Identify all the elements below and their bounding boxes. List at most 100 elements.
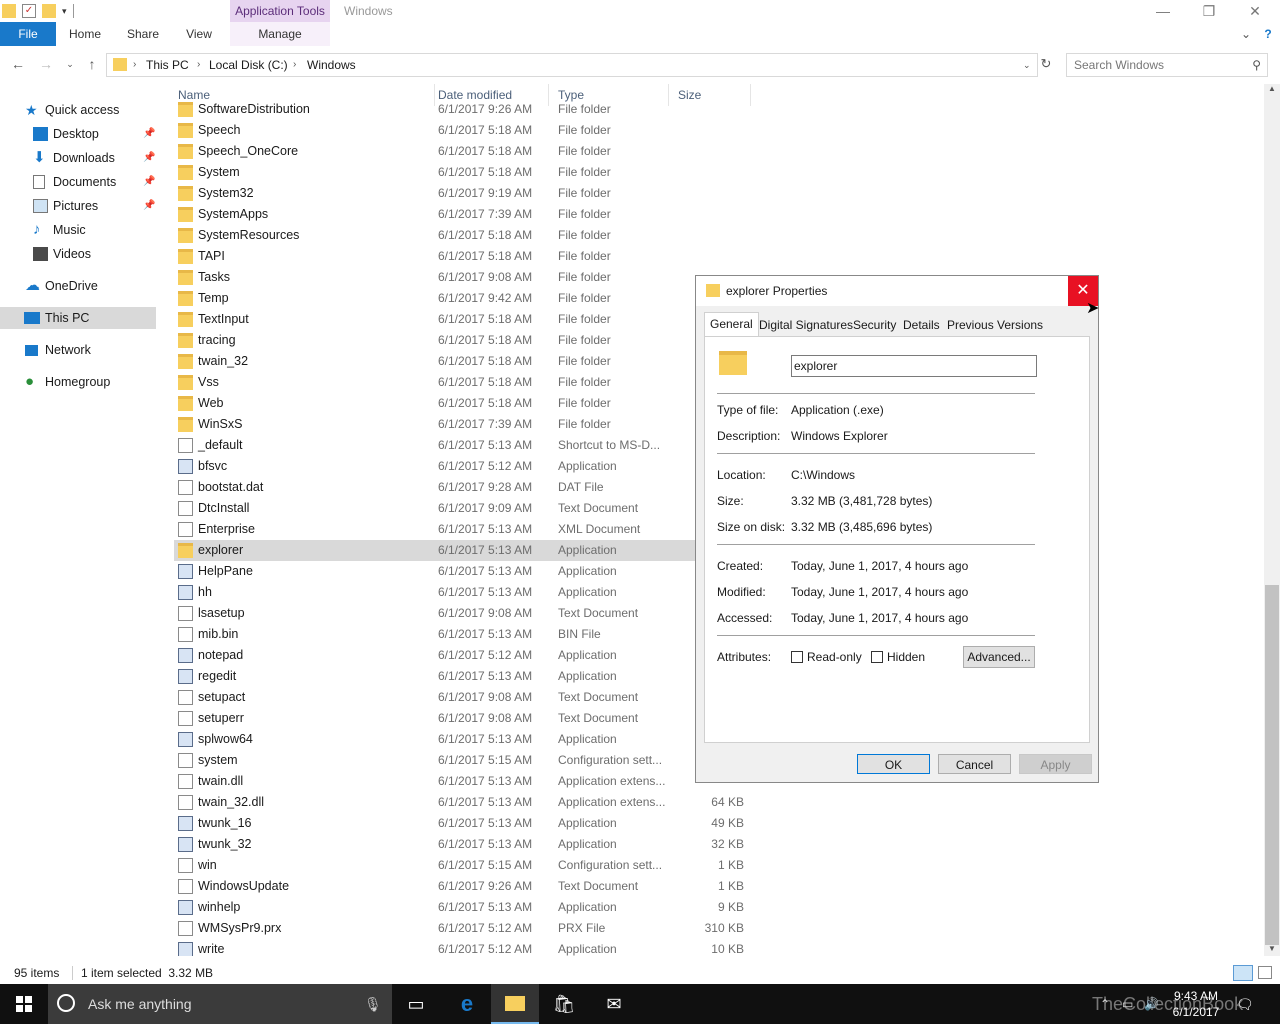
table-row[interactable]: Vss 6/1/2017 5:18 AM File folder — [174, 372, 754, 393]
tab-home[interactable]: Home — [62, 22, 108, 46]
nav-onedrive[interactable]: ☁ OneDrive — [25, 275, 155, 297]
tab-share[interactable]: Share — [120, 22, 166, 46]
table-row[interactable]: splwow64 6/1/2017 5:13 AM Application — [174, 729, 754, 750]
table-row[interactable]: bfsvc 6/1/2017 5:12 AM Application — [174, 456, 754, 477]
search-input[interactable]: Search Windows ⚲ — [1066, 53, 1268, 77]
table-row[interactable]: write 6/1/2017 5:12 AM Application 10 KB — [174, 939, 754, 956]
back-icon[interactable]: ← — [8, 54, 28, 74]
table-row[interactable]: notepad 6/1/2017 5:12 AM Application — [174, 645, 754, 666]
forward-icon[interactable]: → — [36, 54, 56, 74]
table-row[interactable]: TextInput 6/1/2017 5:18 AM File folder — [174, 309, 754, 330]
tab-security[interactable]: Security — [853, 314, 896, 336]
ok-button[interactable]: OK — [857, 754, 930, 774]
table-row[interactable]: setuperr 6/1/2017 9:08 AM Text Document — [174, 708, 754, 729]
table-row[interactable]: bootstat.dat 6/1/2017 9:28 AM DAT File — [174, 477, 754, 498]
table-row[interactable]: SystemApps 6/1/2017 7:39 AM File folder — [174, 204, 754, 225]
scroll-down-icon[interactable]: ▼ — [1264, 944, 1280, 956]
nav-downloads[interactable]: ⬇ Downloads 📌 — [33, 147, 155, 169]
details-view-icon[interactable] — [1233, 965, 1253, 981]
search-icon[interactable]: ⚲ — [1252, 54, 1261, 76]
nav-music[interactable]: ♪ Music — [33, 219, 155, 241]
large-icons-view-icon[interactable] — [1258, 966, 1272, 979]
taskbar-search-box[interactable]: Ask me anything 🎙 — [48, 984, 392, 1024]
close-button[interactable]: ✕ — [1232, 0, 1278, 22]
table-row[interactable]: Speech 6/1/2017 5:18 AM File folder — [174, 120, 754, 141]
address-bar[interactable]: › This PC › Local Disk (C:) › Windows ⌄ — [106, 53, 1038, 77]
table-row[interactable]: win 6/1/2017 5:15 AM Configuration sett...… — [174, 855, 754, 876]
mail-icon[interactable]: ✉ — [590, 984, 638, 1024]
table-row[interactable]: WindowsUpdate 6/1/2017 9:26 AM Text Docume… — [174, 876, 754, 897]
edge-icon[interactable]: e — [443, 984, 491, 1024]
table-row[interactable]: twunk_32 6/1/2017 5:13 AM Application 32 KB — [174, 834, 754, 855]
table-row[interactable]: mib.bin 6/1/2017 5:13 AM BIN File — [174, 624, 754, 645]
nav-documents[interactable]: Documents 📌 — [33, 171, 155, 193]
table-row[interactable]: twain_32 6/1/2017 5:18 AM File folder — [174, 351, 754, 372]
table-row[interactable]: lsasetup 6/1/2017 9:08 AM Text Document — [174, 603, 754, 624]
recent-locations-icon[interactable]: ⌄ — [60, 54, 80, 74]
cancel-button[interactable]: Cancel — [938, 754, 1011, 774]
readonly-checkbox[interactable] — [791, 651, 803, 663]
tab-manage[interactable]: Manage — [230, 22, 330, 46]
clock[interactable]: 9:43 AM 6/1/2017 — [1166, 988, 1226, 1020]
network-tray-icon[interactable]: ▭ — [1122, 984, 1133, 1024]
nav-videos[interactable]: Videos — [33, 243, 155, 265]
refresh-icon[interactable]: ↻ — [1036, 54, 1056, 74]
table-row[interactable]: _default 6/1/2017 5:13 AM Shortcut to MS-D… — [174, 435, 754, 456]
start-icon[interactable] — [0, 984, 48, 1024]
volume-icon[interactable]: 🔊 — [1144, 984, 1159, 1024]
tab-previous-versions[interactable]: Previous Versions — [947, 314, 1043, 336]
table-row[interactable]: hh 6/1/2017 5:13 AM Application — [174, 582, 754, 603]
advanced-button[interactable]: Advanced... — [963, 646, 1035, 668]
nav-network[interactable]: Network — [25, 339, 155, 361]
file-explorer-taskbar-icon[interactable] — [491, 984, 539, 1024]
minimize-button[interactable]: — — [1140, 0, 1186, 22]
pin-icon[interactable]: 📌 — [143, 123, 155, 145]
file-name-field[interactable]: explorer — [791, 355, 1037, 377]
table-row[interactable]: Speech_OneCore 6/1/2017 5:18 AM File folde… — [174, 141, 754, 162]
nav-quick-access[interactable]: ★ Quick access — [25, 99, 155, 121]
scroll-up-icon[interactable]: ▲ — [1264, 84, 1280, 96]
new-folder-icon[interactable] — [42, 4, 56, 18]
table-row[interactable]: twain_32.dll 6/1/2017 5:13 AM Application … — [174, 792, 754, 813]
breadcrumb-local-disk[interactable]: Local Disk (C:) — [209, 54, 288, 76]
expand-ribbon-icon[interactable]: ⌄ — [1236, 22, 1256, 46]
hidden-checkbox[interactable] — [871, 651, 883, 663]
table-row[interactable]: SoftwareDistribution 6/1/2017 9:26 AM File… — [174, 99, 754, 120]
tab-file[interactable]: File — [0, 22, 56, 46]
pin-icon[interactable]: 📌 — [143, 171, 155, 193]
table-row[interactable]: System32 6/1/2017 9:19 AM File folder — [174, 183, 754, 204]
pin-icon[interactable]: 📌 — [143, 147, 155, 169]
table-row[interactable]: DtcInstall 6/1/2017 9:09 AM Text Document — [174, 498, 754, 519]
table-row[interactable]: regedit 6/1/2017 5:13 AM Application — [174, 666, 754, 687]
table-row[interactable]: Enterprise 6/1/2017 5:13 AM XML Document — [174, 519, 754, 540]
action-center-icon[interactable]: 🗨 — [1236, 984, 1254, 1024]
table-row[interactable]: twain.dll 6/1/2017 5:13 AM Application ext… — [174, 771, 754, 792]
nav-this-pc[interactable]: This PC — [0, 307, 156, 329]
nav-pictures[interactable]: Pictures 📌 — [33, 195, 155, 217]
table-row[interactable]: TAPI 6/1/2017 5:18 AM File folder — [174, 246, 754, 267]
table-row[interactable]: WMSysPr9.prx 6/1/2017 5:12 AM PRX File 310 … — [174, 918, 754, 939]
nav-desktop[interactable]: Desktop 📌 — [33, 123, 155, 145]
tab-view[interactable]: View — [176, 22, 222, 46]
table-row[interactable]: winhelp 6/1/2017 5:13 AM Application 9 KB — [174, 897, 754, 918]
tab-digital-signatures[interactable]: Digital Signatures — [759, 314, 853, 336]
table-row[interactable]: system 6/1/2017 5:15 AM Configuration sett… — [174, 750, 754, 771]
tray-chevron-icon[interactable]: ⌃ — [1100, 984, 1110, 1024]
table-row[interactable]: tracing 6/1/2017 5:18 AM File folder — [174, 330, 754, 351]
table-row[interactable]: twunk_16 6/1/2017 5:13 AM Application 49 KB — [174, 813, 754, 834]
address-dropdown-icon[interactable]: ⌄ — [1023, 54, 1031, 76]
pin-icon[interactable]: 📌 — [143, 195, 155, 217]
tab-details[interactable]: Details — [903, 314, 940, 336]
scrollbar-thumb[interactable] — [1265, 585, 1279, 945]
table-row[interactable]: Tasks 6/1/2017 9:08 AM File folder — [174, 267, 754, 288]
table-row[interactable]: WinSxS 6/1/2017 7:39 AM File folder — [174, 414, 754, 435]
apply-button[interactable]: Apply — [1019, 754, 1092, 774]
tab-general[interactable]: General — [704, 312, 759, 336]
nav-homegroup[interactable]: ● Homegroup — [25, 371, 155, 393]
breadcrumb-this-pc[interactable]: This PC — [146, 54, 189, 76]
maximize-button[interactable]: ❐ — [1186, 0, 1232, 22]
table-row[interactable]: Temp 6/1/2017 9:42 AM File folder — [174, 288, 754, 309]
table-row[interactable]: SystemResources 6/1/2017 5:18 AM File fold… — [174, 225, 754, 246]
customize-toolbar-icon[interactable]: ▾ — [62, 6, 67, 17]
task-view-icon[interactable]: ▭ — [392, 984, 440, 1024]
